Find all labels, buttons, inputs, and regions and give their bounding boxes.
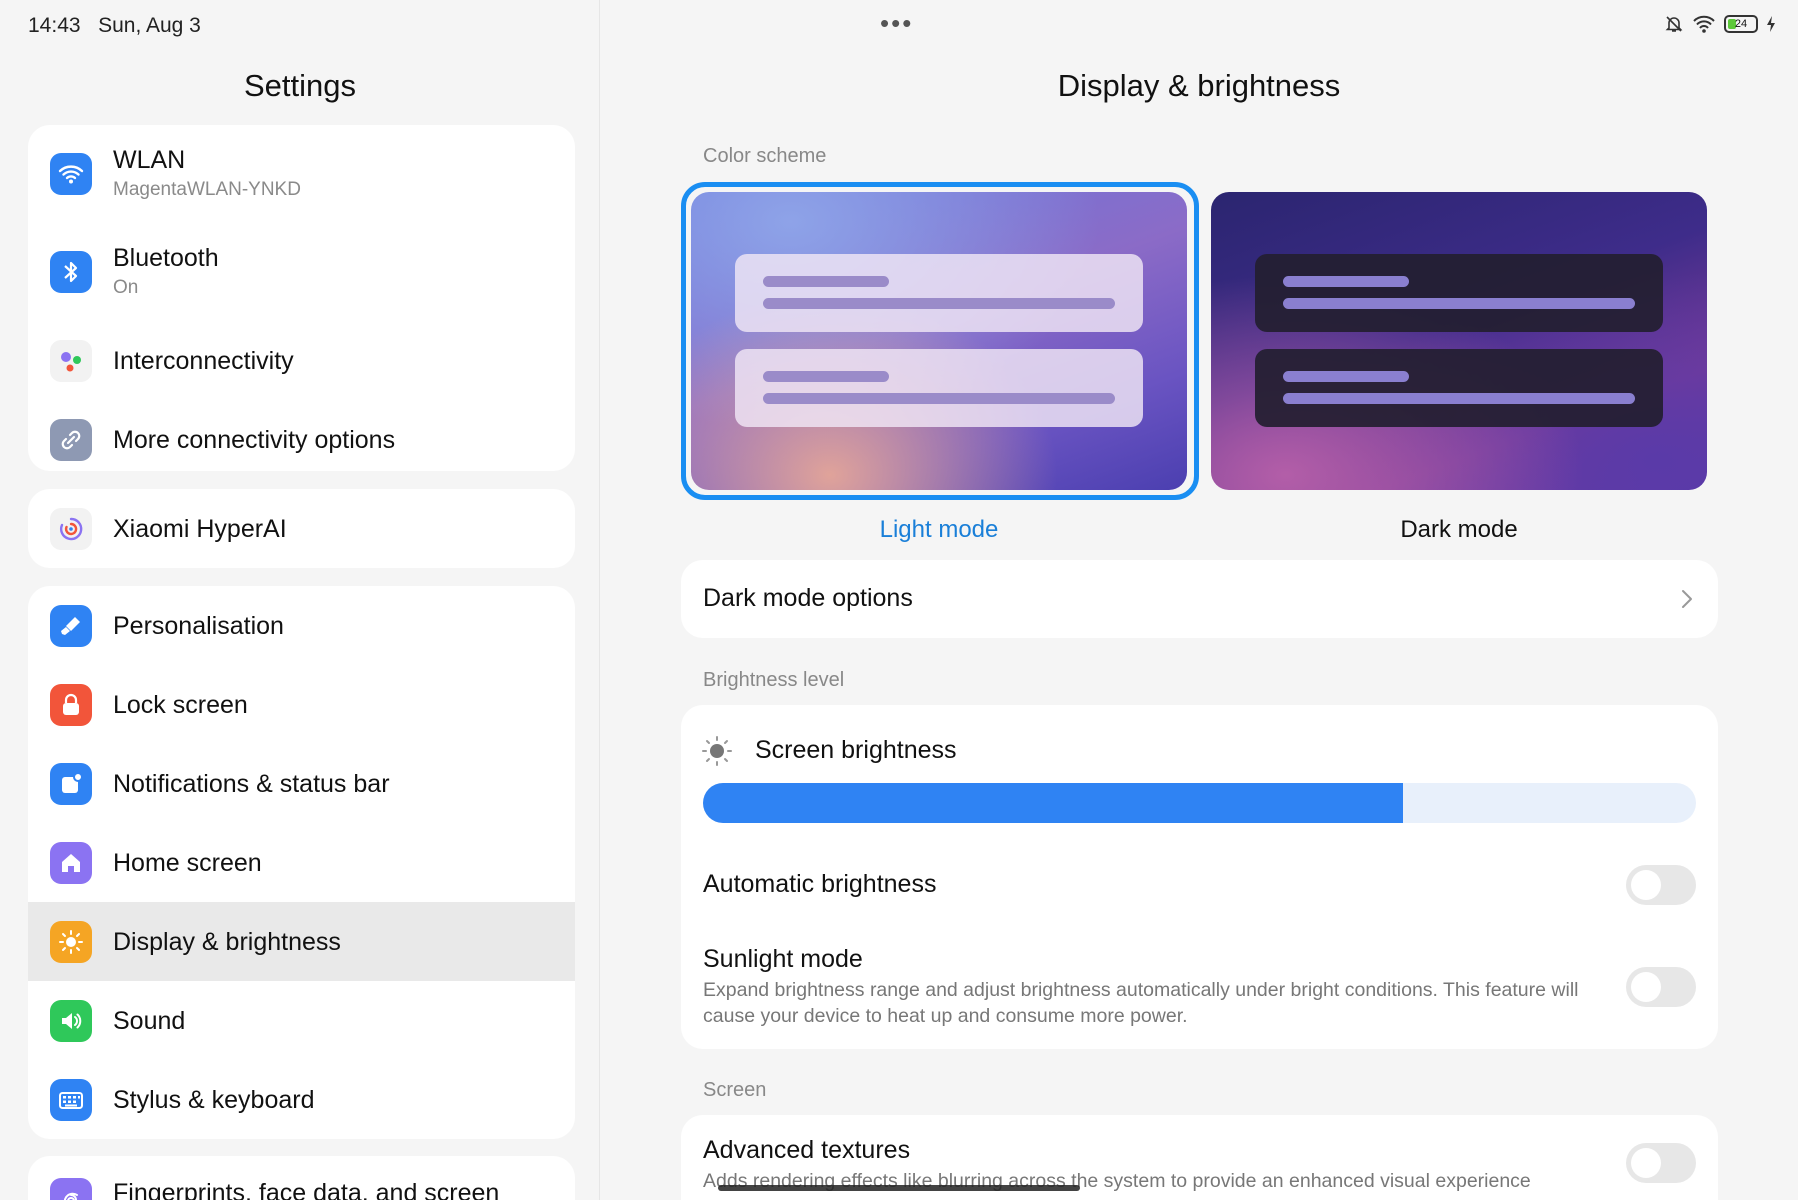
sidebar-item-personalisation[interactable]: Personalisation (28, 586, 575, 665)
brightness-slider[interactable] (703, 783, 1696, 823)
dark-mode-label[interactable]: Dark mode (1211, 516, 1707, 544)
page-title: Display & brightness (1057, 68, 1341, 103)
sidebar-item-label: WLAN (113, 146, 186, 174)
home-icon (50, 841, 92, 884)
battery-icon: 24 (1724, 15, 1758, 33)
bluetooth-status: On (113, 277, 139, 298)
sidebar-item-label: Display & brightness (113, 927, 341, 956)
sidebar-item-bluetooth[interactable]: Bluetooth On (28, 223, 575, 321)
automatic-brightness-label: Automatic brightness (703, 870, 937, 898)
sidebar-item-sound[interactable]: Sound (28, 981, 575, 1060)
automatic-brightness-toggle[interactable] (1626, 865, 1696, 905)
sidebar-item-label: Personalisation (113, 611, 284, 640)
speaker-icon (50, 999, 92, 1042)
sidebar-item-label: Home screen (113, 848, 262, 877)
brightness-slider-fill (703, 783, 1404, 823)
keyboard-icon (50, 1078, 92, 1121)
interconnectivity-icon (50, 339, 92, 382)
screen-brightness-label: Screen brightness (755, 736, 957, 764)
charging-icon (1767, 16, 1775, 32)
link-icon (50, 418, 92, 461)
sun-icon (50, 920, 92, 963)
sidebar-item-interconnectivity[interactable]: Interconnectivity (28, 321, 575, 400)
sidebar-item-home-screen[interactable]: Home screen (28, 823, 575, 902)
dark-mode-options-row[interactable]: Dark mode options (681, 560, 1718, 638)
silent-bell-icon (1665, 16, 1683, 32)
brightness-sun-icon (702, 736, 732, 766)
sidebar-item-label: Xiaomi HyperAI (113, 514, 287, 543)
sidebar-item-label: Interconnectivity (113, 346, 294, 375)
sidebar-item-lock-screen[interactable]: Lock screen (28, 665, 575, 744)
preview-card (1255, 349, 1663, 427)
wifi-icon (50, 153, 92, 195)
connectivity-group: WLAN MagentaWLAN-YNKD Bluetooth On Inter… (28, 125, 575, 471)
light-mode-preview[interactable] (691, 192, 1187, 490)
sidebar-item-display-brightness[interactable]: Display & brightness (28, 902, 575, 981)
sidebar-item-hyperai[interactable]: Xiaomi HyperAI (28, 489, 575, 568)
color-scheme-label: Color scheme (703, 145, 827, 167)
wlan-network-name: MagentaWLAN-YNKD (113, 179, 301, 200)
ai-group: Xiaomi HyperAI (28, 489, 575, 568)
preview-card (1255, 254, 1663, 332)
sidebar-item-fingerprints[interactable]: Fingerprints, face data, and screen (28, 1156, 575, 1200)
multitask-dots[interactable]: ••• (880, 8, 913, 39)
dark-mode-options-label: Dark mode options (703, 584, 913, 612)
hyperai-icon (50, 507, 92, 550)
brightness-level-label: Brightness level (703, 669, 845, 691)
sunlight-mode-label: Sunlight mode (703, 945, 863, 973)
sidebar-item-label: Notifications & status bar (113, 769, 390, 798)
settings-sidebar: Settings WLAN MagentaWLAN-YNKD Bluetooth… (0, 0, 600, 1200)
security-group: Fingerprints, face data, and screen (28, 1156, 575, 1200)
home-indicator[interactable] (718, 1185, 1080, 1191)
screen-section-label: Screen (703, 1079, 767, 1101)
sidebar-item-label: More connectivity options (113, 425, 396, 454)
preview-card (735, 349, 1143, 427)
sidebar-item-wlan[interactable]: WLAN MagentaWLAN-YNKD (28, 125, 575, 223)
brush-icon (50, 604, 92, 647)
brightness-card: Screen brightness Automatic brightness S… (681, 705, 1718, 1049)
lock-icon (50, 683, 92, 726)
sidebar-item-notifications[interactable]: Notifications & status bar (28, 744, 575, 823)
sidebar-item-label: Fingerprints, face data, and screen (113, 1179, 500, 1200)
advanced-textures-toggle[interactable] (1626, 1143, 1696, 1183)
personal-group: Personalisation Lock screen Notification… (28, 586, 575, 1139)
sidebar-item-label: Stylus & keyboard (113, 1085, 315, 1114)
sidebar-item-label: Sound (113, 1006, 186, 1035)
sidebar-item-more-connectivity[interactable]: More connectivity options (28, 400, 575, 471)
wifi-status-icon (1693, 15, 1715, 33)
notification-icon (50, 762, 92, 805)
sunlight-mode-toggle[interactable] (1626, 967, 1696, 1007)
battery-level: 24 (1734, 18, 1748, 30)
bluetooth-icon (50, 251, 92, 293)
light-mode-label[interactable]: Light mode (691, 516, 1187, 544)
sidebar-item-stylus-keyboard[interactable]: Stylus & keyboard (28, 1060, 575, 1139)
fingerprint-icon (50, 1178, 92, 1200)
chevron-right-icon (1682, 590, 1692, 608)
advanced-textures-label: Advanced textures (703, 1136, 911, 1164)
sidebar-item-label: Bluetooth (113, 244, 219, 272)
preview-card (735, 254, 1143, 332)
settings-title: Settings (243, 68, 356, 103)
sunlight-mode-description: Expand brightness range and adjust brigh… (703, 979, 1579, 1027)
dark-mode-preview[interactable] (1211, 192, 1707, 490)
status-icons: 24 (1664, 14, 1776, 34)
sidebar-item-label: Lock screen (113, 690, 248, 719)
